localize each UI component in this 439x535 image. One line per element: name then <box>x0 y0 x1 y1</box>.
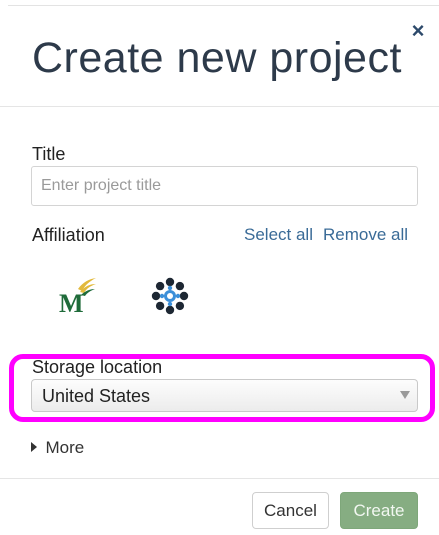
more-toggle[interactable]: More <box>31 438 84 458</box>
svg-text:M: M <box>59 289 84 318</box>
select-all-link[interactable]: Select all <box>244 225 313 245</box>
title-label: Title <box>32 144 66 164</box>
create-project-modal: Create new project × Title Affiliation S… <box>0 0 439 535</box>
close-icon[interactable]: × <box>410 20 426 42</box>
modal-header: Create new project × <box>0 6 439 107</box>
more-label: More <box>45 438 85 457</box>
storage-location-label: Storage location <box>32 357 163 377</box>
caret-right-icon <box>31 442 37 452</box>
project-title-input[interactable] <box>31 166 418 206</box>
storage-location-value: United States <box>42 386 151 406</box>
storage-location-select[interactable]: United States <box>31 379 418 412</box>
footer-divider <box>0 478 439 479</box>
gmu-m-logo-icon[interactable]: M <box>56 275 100 319</box>
affiliation-label: Affiliation <box>32 225 105 245</box>
flower-ring-logo-icon[interactable] <box>148 274 192 318</box>
remove-all-link[interactable]: Remove all <box>323 225 408 245</box>
cancel-button[interactable]: Cancel <box>252 492 329 529</box>
modal-title: Create new project <box>32 34 402 82</box>
chevron-down-icon <box>400 391 410 399</box>
create-button[interactable]: Create <box>340 492 418 529</box>
